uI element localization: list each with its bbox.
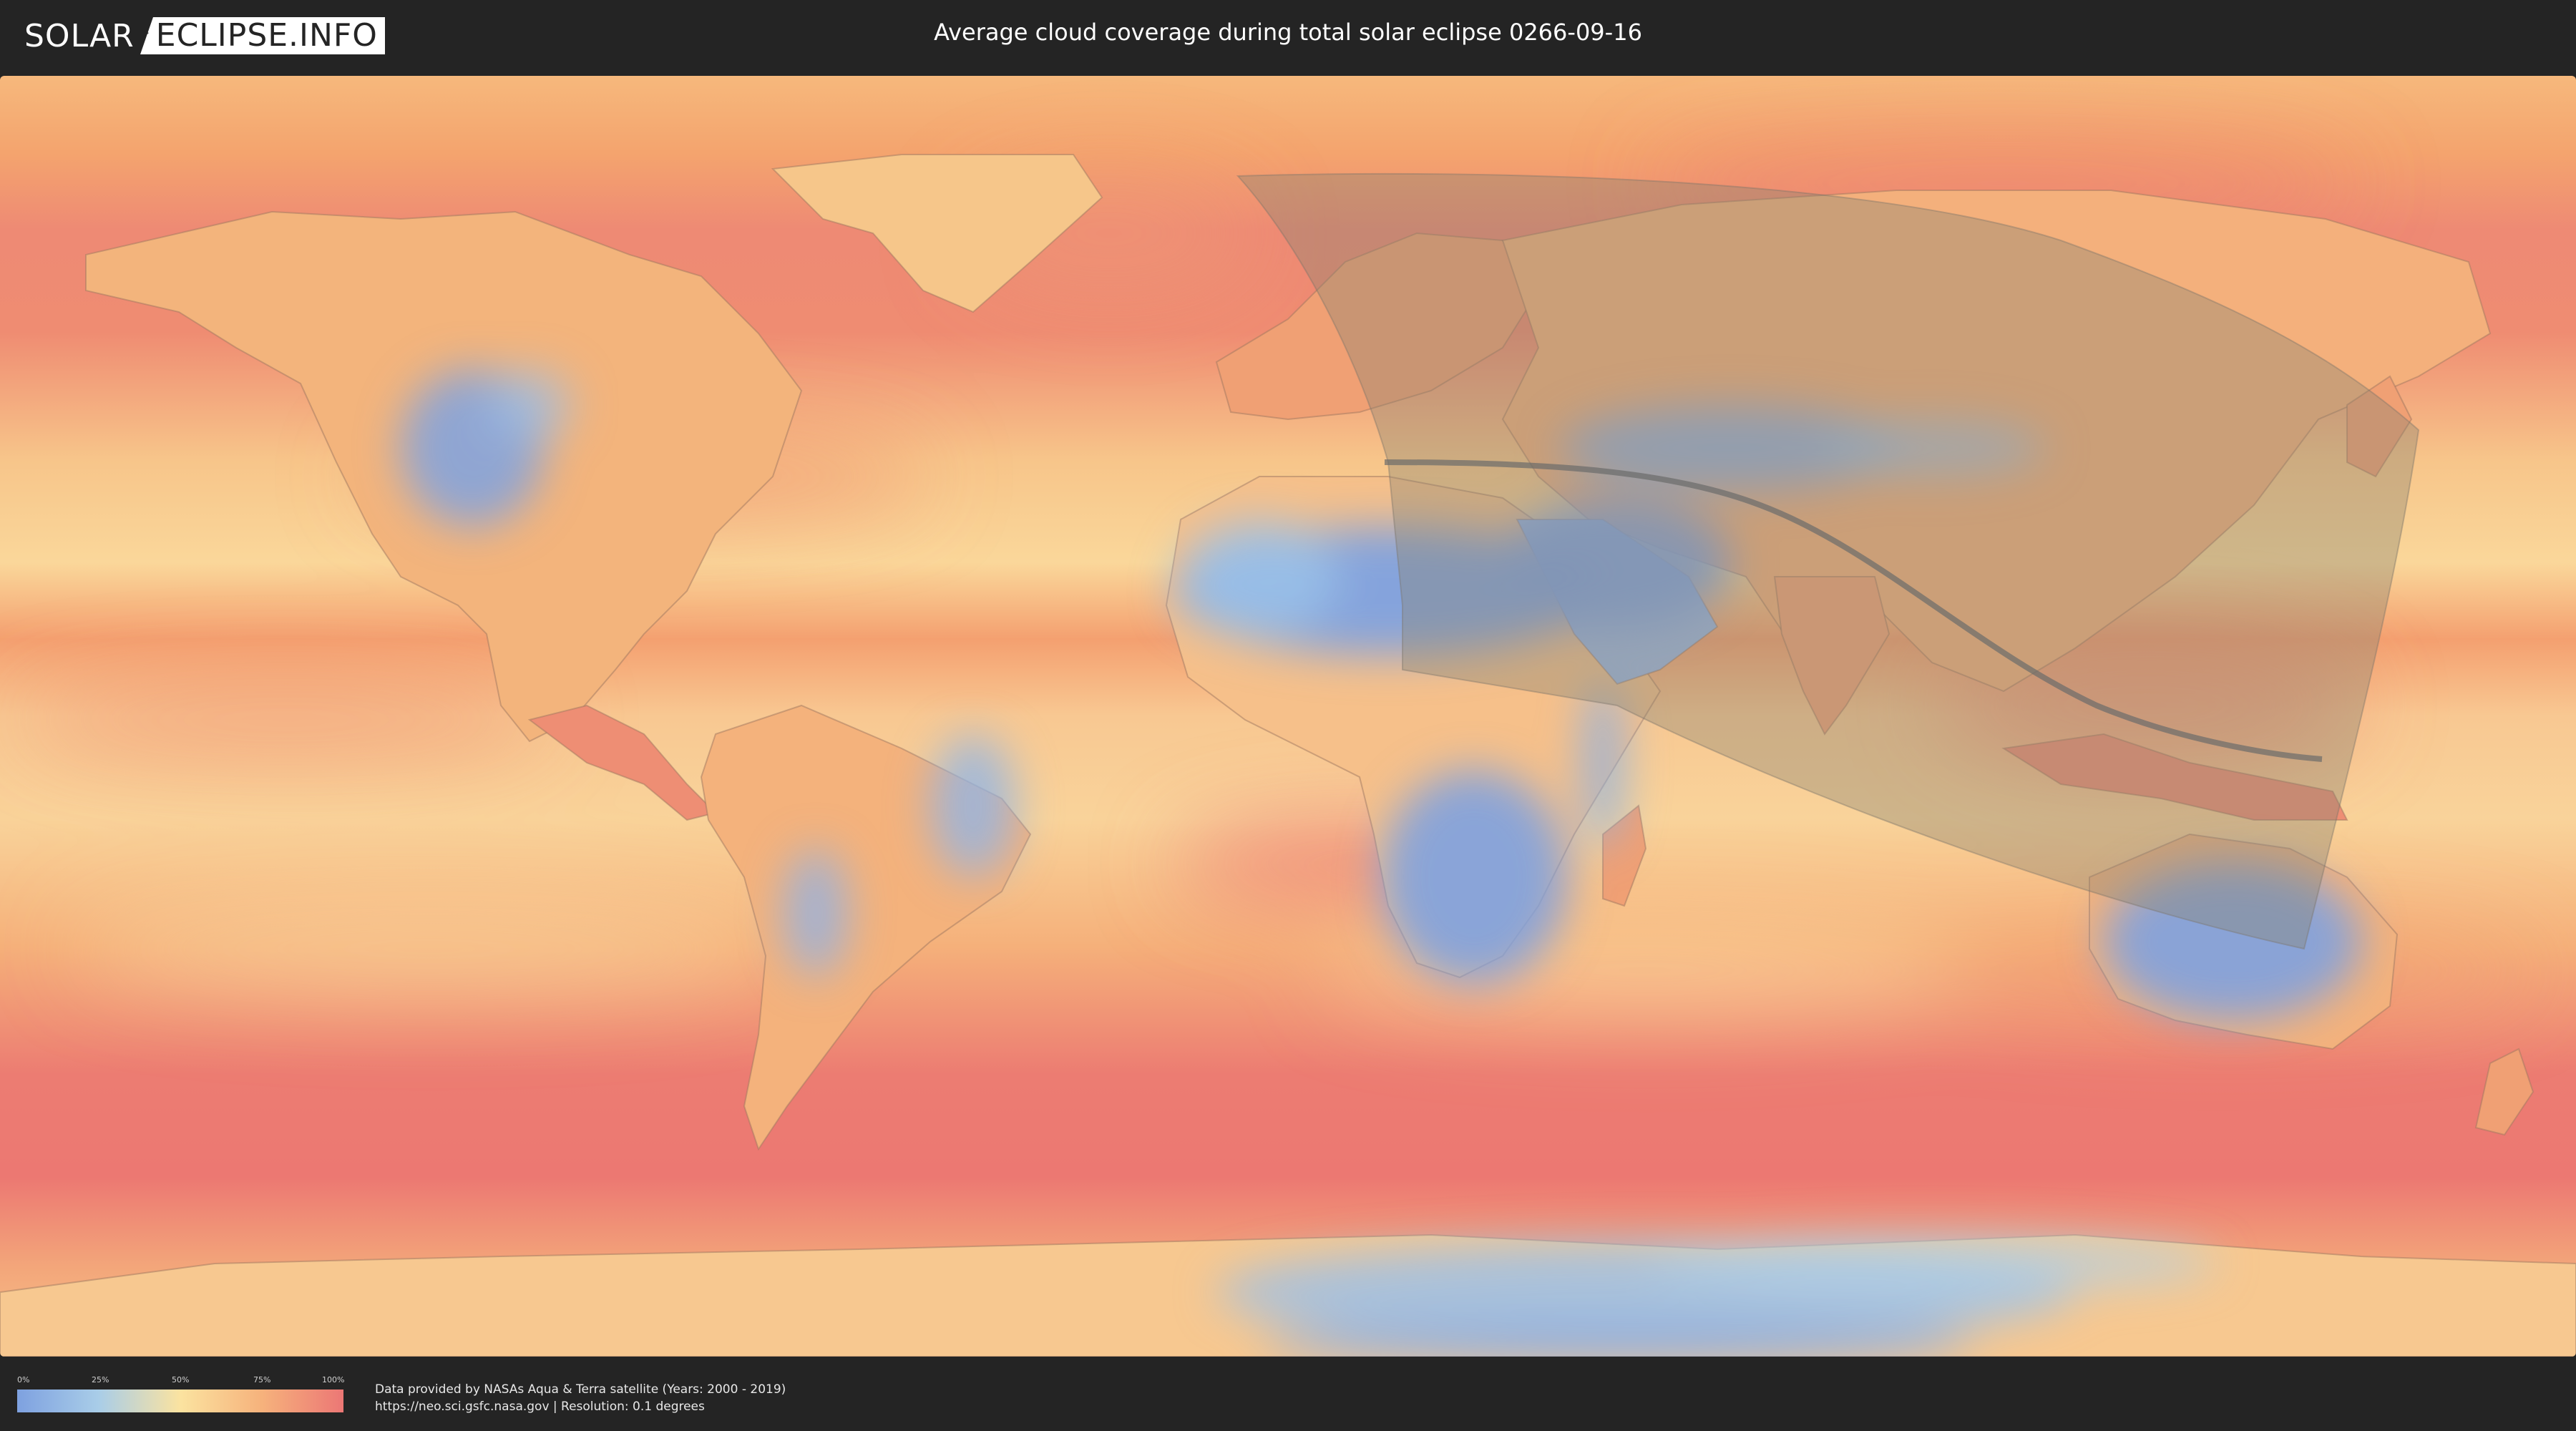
- page-title: Average cloud coverage during total sola…: [934, 19, 1642, 46]
- footer-bar: 0% 25% 50% 75% 100% Data provided by NAS…: [0, 1359, 2576, 1431]
- legend-color-bar: [17, 1390, 343, 1412]
- credit-line-source: Data provided by NASAs Aqua & Terra sate…: [375, 1382, 786, 1397]
- legend-ticks: 0% 25% 50% 75% 100%: [17, 1375, 345, 1387]
- credit-line-url: https://neo.sci.gsfc.nasa.gov | Resoluti…: [375, 1400, 705, 1414]
- legend-tick-100: 100%: [322, 1375, 345, 1384]
- legend-tick-0: 0%: [17, 1375, 30, 1384]
- data-credit: Data provided by NASAs Aqua & Terra sate…: [375, 1381, 786, 1415]
- cloud-coverage-legend: 0% 25% 50% 75% 100%: [17, 1375, 345, 1412]
- legend-tick-75: 75%: [253, 1375, 271, 1384]
- legend-tick-50: 50%: [172, 1375, 190, 1384]
- header-bar: SOLAR ECLIPSE.INFO Average cloud coverag…: [0, 0, 2576, 73]
- legend-tick-25: 25%: [92, 1375, 109, 1384]
- world-map-svg: [0, 76, 2576, 1357]
- cloud-coverage-map[interactable]: [0, 76, 2576, 1357]
